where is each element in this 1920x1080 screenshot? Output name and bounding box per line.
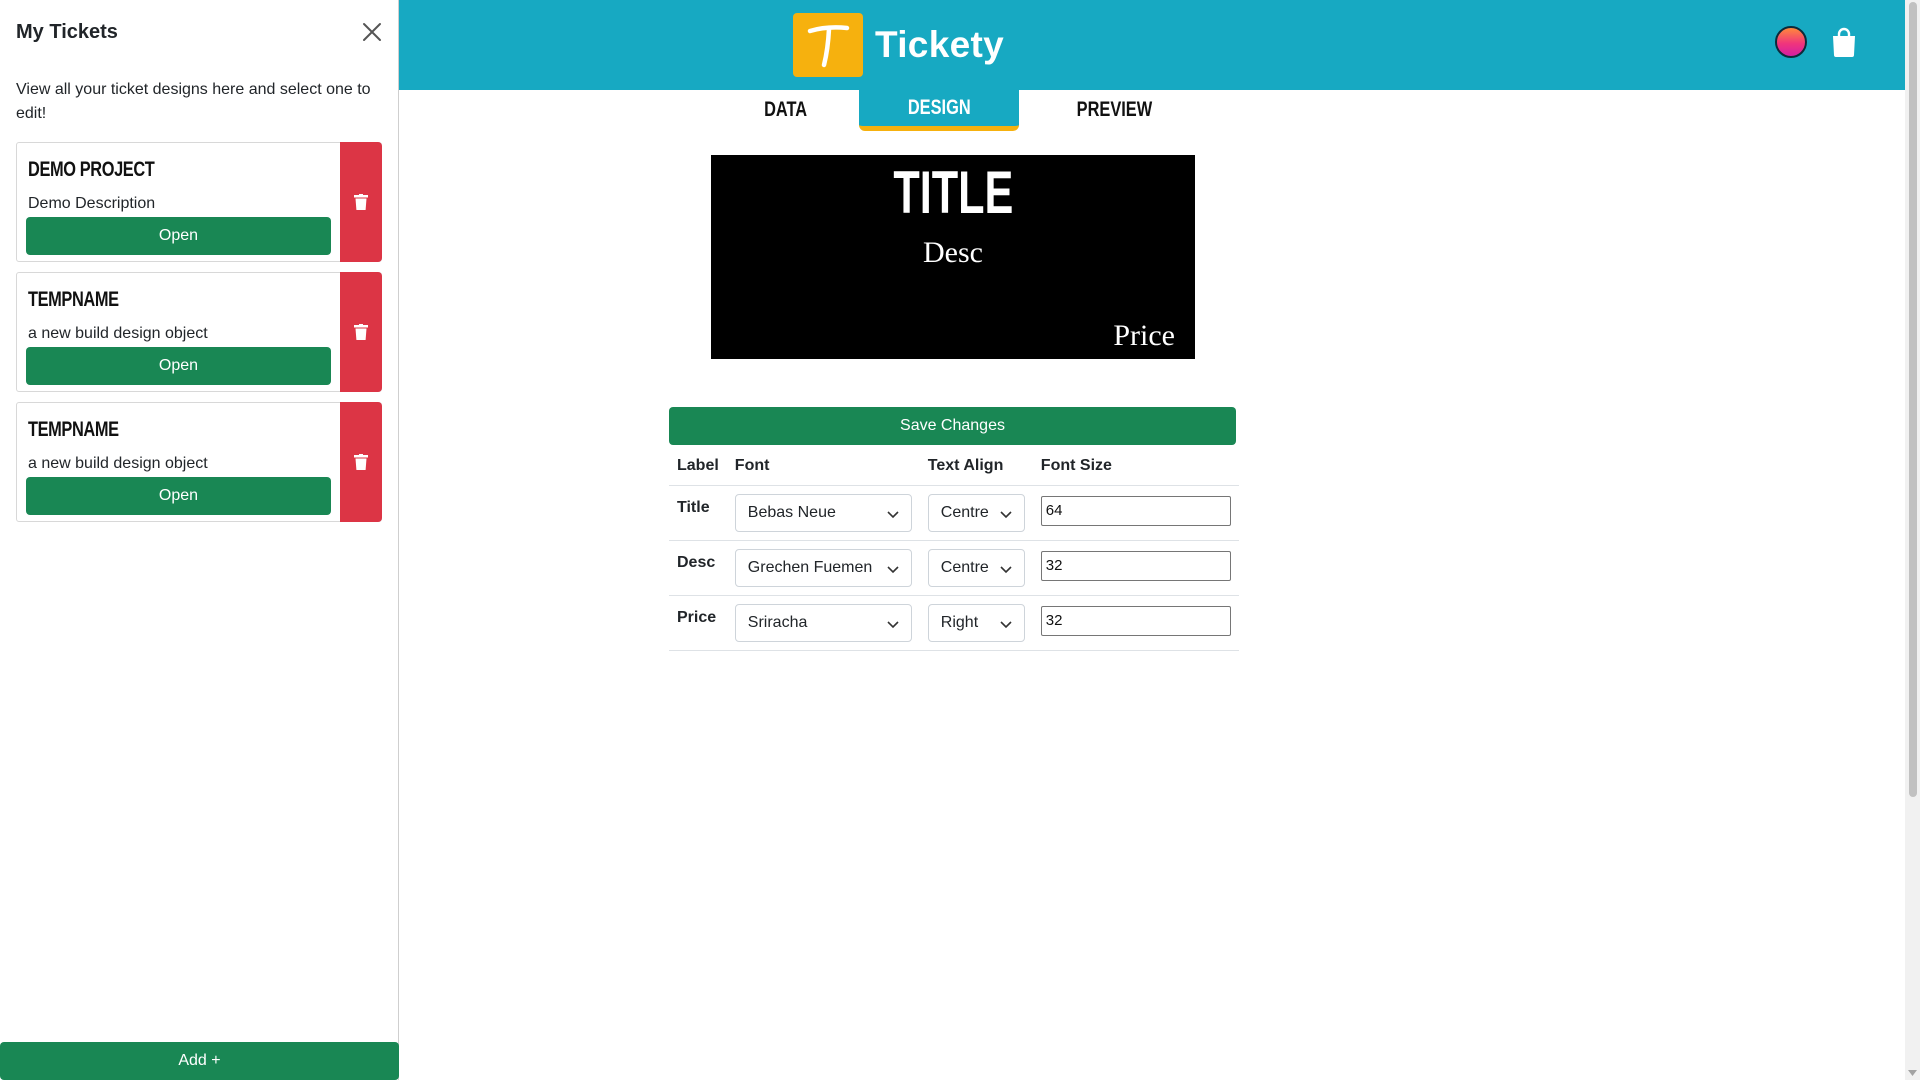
ticket-description: a new build design object bbox=[28, 455, 208, 472]
shopping-bag-icon[interactable] bbox=[1831, 27, 1857, 57]
avatar[interactable] bbox=[1775, 26, 1807, 58]
chevron-down-icon bbox=[1000, 510, 1012, 518]
ticket-name: TEMPNAME bbox=[28, 418, 119, 441]
scrollbar-thumb[interactable] bbox=[1909, 2, 1917, 797]
open-ticket-button[interactable]: Open bbox=[26, 217, 331, 255]
ticket-description: a new build design object bbox=[28, 325, 208, 342]
text-align-select[interactable]: Centre bbox=[927, 548, 1025, 587]
chevron-down-icon bbox=[1000, 565, 1012, 573]
chevron-down-icon bbox=[887, 565, 899, 573]
ticket-card: TEMPNAME a new build design object Open bbox=[16, 402, 382, 522]
chevron-down-icon bbox=[1000, 620, 1012, 628]
chevron-down-icon bbox=[887, 620, 899, 628]
preview-title: TITLE bbox=[711, 161, 1195, 225]
open-ticket-button[interactable]: Open bbox=[26, 347, 331, 385]
save-changes-button[interactable]: Save Changes bbox=[669, 407, 1236, 445]
tab-label: PREVIEW bbox=[1076, 98, 1152, 121]
row-label: Title bbox=[669, 485, 727, 541]
sidebar-intro-text: View all your ticket designs here and se… bbox=[16, 81, 371, 122]
delete-ticket-button[interactable] bbox=[340, 272, 382, 392]
font-size-input[interactable] bbox=[1040, 605, 1231, 636]
font-size-input[interactable] bbox=[1040, 495, 1231, 526]
brand-name: Tickety bbox=[875, 24, 1004, 65]
table-row: Title Bebas Neue Centre bbox=[669, 485, 1239, 541]
font-select[interactable]: Grechen Fuemen bbox=[734, 548, 912, 587]
select-value: Sriracha bbox=[747, 613, 808, 631]
column-header-font: Font bbox=[726, 447, 920, 486]
preview-desc: Desc bbox=[923, 236, 983, 269]
delete-ticket-button[interactable] bbox=[340, 402, 382, 522]
table-header-row: Label Font Text Align Font Size bbox=[669, 447, 1239, 486]
ticket-list: DEMO PROJECT Demo Description Open TEMPN… bbox=[16, 142, 382, 532]
row-label: Desc bbox=[669, 540, 727, 596]
trash-icon bbox=[354, 194, 368, 210]
select-value: Grechen Fuemen bbox=[747, 558, 873, 576]
select-value: Bebas Neue bbox=[747, 503, 836, 521]
tab-label: DESIGN bbox=[907, 96, 971, 119]
preview-title-text: TITLE bbox=[893, 159, 1013, 226]
scroll-down-arrow-icon[interactable] bbox=[1908, 1070, 1917, 1076]
sidebar-title: My Tickets bbox=[16, 21, 118, 43]
preview-price: Price bbox=[1113, 319, 1175, 352]
text-align-select[interactable]: Centre bbox=[927, 493, 1025, 532]
top-bar: Tickety bbox=[399, 0, 1905, 90]
column-header-label: Label bbox=[669, 447, 727, 486]
tab-preview[interactable]: PREVIEW bbox=[1034, 90, 1194, 130]
table-row: Price Sriracha Right bbox=[669, 595, 1239, 651]
column-header-text-align: Text Align bbox=[919, 447, 1033, 486]
close-icon[interactable] bbox=[360, 20, 384, 44]
add-ticket-button[interactable]: Add + bbox=[0, 1042, 399, 1080]
tab-data[interactable]: DATA bbox=[730, 90, 842, 130]
select-value: Centre bbox=[940, 558, 989, 576]
ticket-name: DEMO PROJECT bbox=[28, 158, 155, 181]
brand[interactable]: Tickety bbox=[793, 13, 1004, 77]
table-row: Desc Grechen Fuemen Centre bbox=[669, 540, 1239, 596]
delete-ticket-button[interactable] bbox=[340, 142, 382, 262]
font-select[interactable]: Sriracha bbox=[734, 603, 912, 642]
ticket-preview: TITLE Desc Price bbox=[711, 155, 1195, 359]
sidebar-header: My Tickets bbox=[16, 20, 384, 50]
select-value: Right bbox=[940, 613, 979, 631]
trash-icon bbox=[354, 454, 368, 470]
sidebar: My Tickets View all your ticket designs … bbox=[0, 0, 399, 1080]
ticket-card: DEMO PROJECT Demo Description Open bbox=[16, 142, 382, 262]
chevron-down-icon bbox=[887, 510, 899, 518]
design-properties-table: Label Font Text Align Font Size Title Be… bbox=[669, 447, 1239, 651]
ticket-card: TEMPNAME a new build design object Open bbox=[16, 272, 382, 392]
tab-design[interactable]: DESIGN bbox=[859, 90, 1019, 131]
tab-label: DATA bbox=[764, 98, 808, 121]
ticket-description: Demo Description bbox=[28, 195, 156, 212]
logo bbox=[793, 13, 863, 77]
select-value: Centre bbox=[940, 503, 989, 521]
text-align-select[interactable]: Right bbox=[927, 603, 1025, 642]
font-select[interactable]: Bebas Neue bbox=[734, 493, 912, 532]
row-label: Price bbox=[669, 595, 727, 651]
font-size-input[interactable] bbox=[1040, 550, 1231, 581]
column-header-font-size: Font Size bbox=[1032, 447, 1239, 486]
vertical-scrollbar[interactable] bbox=[1905, 0, 1920, 1080]
trash-icon bbox=[354, 324, 368, 340]
ticket-name: TEMPNAME bbox=[28, 288, 119, 311]
open-ticket-button[interactable]: Open bbox=[26, 477, 331, 515]
